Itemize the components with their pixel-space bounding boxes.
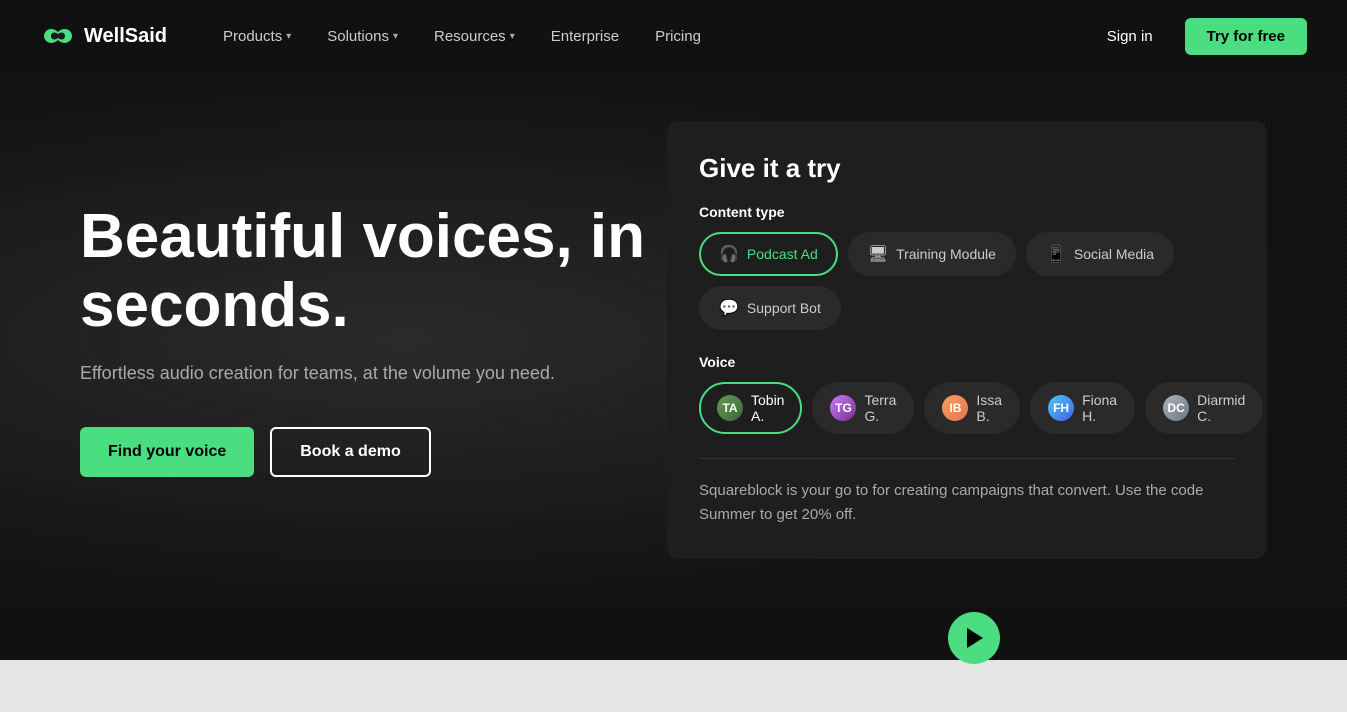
voice-pill-terra[interactable]: TG Terra G. [812,382,914,434]
nav-right: Sign in Try for free [1091,18,1307,55]
hero-buttons: Find your voice Book a demo [80,427,660,477]
pill-support-bot[interactable]: 💬 Support Bot [699,286,841,330]
headphones-icon: 🎧 [719,244,739,264]
avatar-diarmid: DC [1163,395,1189,421]
voice-pill-fiona[interactable]: FH Fiona H. [1030,382,1135,434]
nav-item-pricing[interactable]: Pricing [639,20,717,53]
voice-label: Voice [699,354,1235,370]
avatar-tobin: TA [717,395,743,421]
voice-name: Tobin A. [751,392,784,424]
pill-podcast-ad[interactable]: 🎧 Podcast Ad [699,232,838,276]
nav-item-enterprise[interactable]: Enterprise [535,20,635,53]
monitor-icon: 🖥 [868,244,888,264]
avatar-terra: TG [830,395,856,421]
content-type-label: Content type [699,204,1235,220]
chat-icon: 💬 [719,298,739,318]
avatar-fiona: FH [1048,395,1074,421]
chevron-down-icon: ▾ [510,31,515,42]
play-button[interactable] [948,612,1000,664]
chevron-down-icon: ▾ [286,31,291,42]
bottom-bar [0,660,1347,712]
voice-name: Issa B. [976,392,1002,424]
play-icon [967,628,983,648]
voice-pill-issa[interactable]: IB Issa B. [924,382,1020,434]
find-voice-button[interactable]: Find your voice [80,427,254,477]
voice-name: Fiona H. [1082,392,1117,424]
nav-item-solutions[interactable]: Solutions ▾ [311,20,414,53]
voice-name: Terra G. [864,392,896,424]
navbar: WellSaid Products ▾ Solutions ▾ Resource… [0,0,1347,72]
pill-training-module[interactable]: 🖥 Training Module [848,232,1016,276]
logo[interactable]: WellSaid [40,24,167,48]
hero-subtitle: Effortless audio creation for teams, at … [80,360,660,387]
pill-label: Podcast Ad [747,246,818,262]
hero-title: Beautiful voices, in seconds. [80,203,660,339]
pill-label: Training Module [896,246,996,262]
voice-name: Diarmid C. [1197,392,1245,424]
promo-text: Squareblock is your go to for creating c… [699,479,1235,527]
chevron-down-icon: ▾ [393,31,398,42]
nav-item-resources[interactable]: Resources ▾ [418,20,531,53]
nav-links: Products ▾ Solutions ▾ Resources ▾ Enter… [207,20,1091,53]
try-free-button[interactable]: Try for free [1185,18,1307,55]
pill-social-media[interactable]: 📱 Social Media [1026,232,1174,276]
phone-icon: 📱 [1046,244,1066,264]
book-demo-button[interactable]: Book a demo [270,427,430,477]
brand-name: WellSaid [84,25,167,48]
pill-label: Support Bot [747,300,821,316]
hero-left: Beautiful voices, in seconds. Effortless… [80,203,660,476]
try-it-card: Give it a try Content type 🎧 Podcast Ad … [667,121,1267,559]
content-type-pills: 🎧 Podcast Ad 🖥 Training Module 📱 Social … [699,232,1235,330]
pill-label: Social Media [1074,246,1154,262]
voice-pill-diarmid[interactable]: DC Diarmid C. [1145,382,1263,434]
card-title: Give it a try [699,153,1235,184]
voice-pills: TA Tobin A. TG Terra G. IB Issa B. FH Fi… [699,382,1235,434]
nav-item-products[interactable]: Products ▾ [207,20,307,53]
sign-in-button[interactable]: Sign in [1091,20,1169,53]
voice-pill-tobin[interactable]: TA Tobin A. [699,382,802,434]
card-divider [699,458,1235,459]
avatar-issa: IB [942,395,968,421]
hero-section: Beautiful voices, in seconds. Effortless… [0,72,1347,608]
